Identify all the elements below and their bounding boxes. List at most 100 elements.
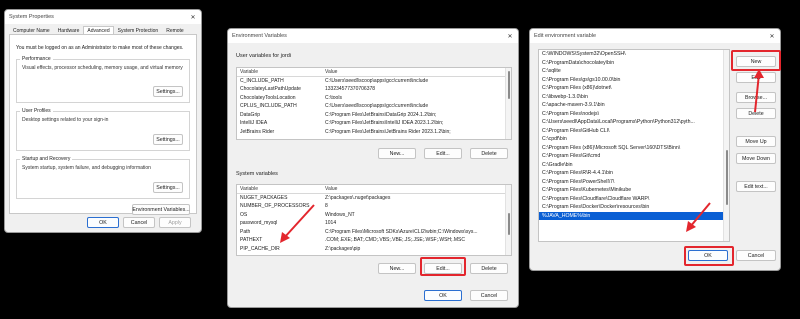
list-item[interactable]: C:\Program Files (x86)\Microsoft SQL Ser… bbox=[539, 144, 729, 153]
table-row[interactable]: ChocolateyToolsLocation C:\tools bbox=[237, 94, 511, 103]
var-name: Path bbox=[240, 228, 251, 235]
list-item[interactable]: C:\sqlite bbox=[539, 67, 729, 76]
table-header: Variable Value bbox=[237, 185, 511, 194]
list-item[interactable]: C:\WINDOWS\System32\OpenSSH\ bbox=[539, 50, 729, 59]
user-profiles-desc: Desktop settings related to your sign-in bbox=[22, 117, 109, 123]
close-icon[interactable]: ✕ bbox=[764, 29, 780, 43]
list-item[interactable]: C:\libwebp-1.3.0\bin bbox=[539, 93, 729, 102]
list-item[interactable]: C:\Program Files\GitHub CLI\ bbox=[539, 127, 729, 136]
list-item[interactable]: C:\Program Files\PowerShell\7\ bbox=[539, 178, 729, 187]
tab-advanced[interactable]: Advanced bbox=[83, 26, 114, 34]
ok-button[interactable]: OK bbox=[87, 217, 119, 228]
move-down-button[interactable]: Move Down bbox=[736, 153, 776, 164]
scrollbar[interactable] bbox=[505, 68, 511, 139]
system-new-button[interactable]: New... bbox=[378, 263, 416, 274]
var-name: NUGET_PACKAGES bbox=[240, 194, 288, 201]
table-row[interactable]: JetBrains Rider C:\Program Files\JetBrain… bbox=[237, 128, 511, 137]
list-item[interactable]: C:\Program Files\Kubernetes\Minikube bbox=[539, 186, 729, 195]
table-row[interactable]: DataGrip C:\Program Files\JetBrains\DataG… bbox=[237, 111, 511, 120]
user-edit-button[interactable]: Edit... bbox=[424, 148, 462, 159]
var-value: 1014 bbox=[325, 220, 337, 227]
tab-system-protection[interactable]: System Protection bbox=[114, 26, 163, 34]
cancel-button[interactable]: Cancel bbox=[123, 217, 155, 228]
user-profiles-settings-button[interactable]: Settings... bbox=[153, 134, 183, 145]
tab-remote[interactable]: Remote bbox=[162, 26, 188, 34]
user-delete-button[interactable]: Delete bbox=[470, 148, 508, 159]
close-icon[interactable]: ✕ bbox=[185, 10, 201, 24]
delete-button[interactable]: Delete bbox=[736, 108, 776, 119]
scrollbar[interactable] bbox=[723, 50, 729, 241]
var-name: password_mysql bbox=[240, 220, 278, 227]
admin-note: You must be logged on as an Administrato… bbox=[16, 45, 184, 51]
title-bar: Environment Variables ✕ bbox=[228, 29, 518, 43]
table-row[interactable]: NUMBER_OF_PROCESSORS 8 bbox=[237, 202, 511, 211]
var-value: Z:\packages\.nuget\packages bbox=[325, 194, 391, 201]
highlight-box-new bbox=[731, 50, 781, 71]
table-row[interactable]: Path C:\Program Files\Microsoft SDKs\Azur… bbox=[237, 228, 511, 237]
var-name: ChocolateyToolsLocation bbox=[240, 94, 296, 101]
list-item[interactable]: C:\Program Files\gs\gs10.00.0\bin bbox=[539, 76, 729, 85]
window-title: Environment Variables bbox=[232, 33, 287, 39]
move-up-button[interactable]: Move Up bbox=[736, 136, 776, 147]
var-value: C:\Users\seedl\scoop\apps\gcc\current\in… bbox=[325, 77, 429, 84]
startup-recovery-group: Startup and Recovery System startup, sys… bbox=[16, 156, 190, 199]
cancel-button[interactable]: Cancel bbox=[736, 250, 776, 261]
list-item[interactable]: C:\Program Files (x86)\dotnet\ bbox=[539, 84, 729, 93]
list-item[interactable]: C:\ProgramData\chocolatey\bin bbox=[539, 59, 729, 68]
list-item[interactable]: C:\Program Files\Cloudflare\Cloudflare W… bbox=[539, 195, 729, 204]
ok-button[interactable]: OK bbox=[424, 290, 462, 301]
list-item[interactable]: C:\Gradle\bin bbox=[539, 161, 729, 170]
path-list: C:\WINDOWS\System32\OpenSSH\ C:\ProgramD… bbox=[538, 49, 730, 242]
tab-computer-name[interactable]: Computer Name bbox=[9, 26, 54, 34]
scrollbar[interactable] bbox=[505, 185, 511, 255]
system-delete-button[interactable]: Delete bbox=[470, 263, 508, 274]
table-row[interactable]: OS Windows_NT bbox=[237, 211, 511, 220]
var-name: CPLUS_INCLUDE_PATH bbox=[240, 103, 297, 110]
close-icon[interactable]: ✕ bbox=[502, 29, 518, 43]
var-value: 133234577370706378 bbox=[325, 86, 376, 93]
table-row[interactable]: C_INCLUDE_PATH C:\Users\seedl\scoop\apps\… bbox=[237, 77, 511, 86]
column-variable: Variable bbox=[240, 185, 258, 192]
list-item[interactable]: C:\Program Files\nodejs\ bbox=[539, 110, 729, 119]
environment-variables-button[interactable]: Environment Variables... bbox=[132, 204, 190, 215]
var-name: DataGrip bbox=[240, 111, 261, 118]
scrollbar-thumb[interactable] bbox=[507, 71, 510, 99]
edit-button[interactable]: Edit bbox=[736, 72, 776, 83]
edit-text-button[interactable]: Edit text... bbox=[736, 181, 776, 192]
table-row[interactable]: IntelliJ IDEA C:\Program Files\JetBrains\… bbox=[237, 119, 511, 128]
list-item[interactable]: C:\apache-maven-3.9.1\bin bbox=[539, 101, 729, 110]
performance-settings-button[interactable]: Settings... bbox=[153, 86, 183, 97]
scrollbar-thumb[interactable] bbox=[507, 213, 510, 235]
list-item[interactable]: C:\Program Files\Docker\Docker\resources… bbox=[539, 203, 729, 212]
list-item[interactable]: C:\cpdf\bin bbox=[539, 135, 729, 144]
user-new-button[interactable]: New... bbox=[378, 148, 416, 159]
table-row[interactable]: ChocolateyLastPathUpdate 1332345773707063… bbox=[237, 85, 511, 94]
performance-title: Performance bbox=[20, 56, 53, 62]
startup-recovery-title: Startup and Recovery bbox=[20, 156, 73, 162]
table-row[interactable]: NUGET_PACKAGES Z:\packages\.nuget\package… bbox=[237, 194, 511, 203]
var-name: NUMBER_OF_PROCESSORS bbox=[240, 203, 310, 210]
apply-button[interactable]: Apply bbox=[159, 217, 191, 228]
table-header: Variable Value bbox=[237, 68, 511, 77]
system-properties-window: System Properties ✕ Computer Name Hardwa… bbox=[4, 9, 202, 233]
var-name: JetBrains Rider bbox=[240, 128, 275, 135]
column-variable: Variable bbox=[240, 68, 258, 75]
var-value: C:\Program Files\JetBrains\JetBrains Rid… bbox=[325, 128, 451, 135]
browse-button[interactable]: Browse... bbox=[736, 92, 776, 103]
tab-hardware[interactable]: Hardware bbox=[54, 26, 84, 34]
list-item[interactable]: C:\Users\seedl\AppData\Local\Programs\Py… bbox=[539, 118, 729, 127]
table-row[interactable]: password_mysql 1014 bbox=[237, 219, 511, 228]
scrollbar-thumb[interactable] bbox=[725, 150, 728, 205]
startup-settings-button[interactable]: Settings... bbox=[153, 182, 183, 193]
table-row[interactable]: CPLUS_INCLUDE_PATH C:\Users\seedl\scoop\a… bbox=[237, 102, 511, 111]
table-row[interactable]: PIP_CACHE_DIR Z:\packages\pip bbox=[237, 245, 511, 254]
var-name: PATHEXT bbox=[240, 237, 263, 244]
list-item-selected[interactable]: %JAVA_HOME%\bin bbox=[539, 211, 729, 220]
user-variables-table: Variable Value C_INCLUDE_PATH C:\Users\se… bbox=[236, 67, 512, 140]
cancel-button[interactable]: Cancel bbox=[470, 290, 508, 301]
list-item[interactable]: C:\Program Files\R\R-4.4.1\bin bbox=[539, 169, 729, 178]
list-item[interactable]: C:\Program Files\Git\cmd bbox=[539, 152, 729, 161]
system-variables-table: Variable Value NUGET_PACKAGES Z:\packages… bbox=[236, 184, 512, 256]
table-row[interactable]: PATHEXT .COM;.EXE;.BAT;.CMD;.VBS;.VBE;.JS… bbox=[237, 236, 511, 245]
var-name: PIP_CACHE_DIR bbox=[240, 245, 280, 252]
